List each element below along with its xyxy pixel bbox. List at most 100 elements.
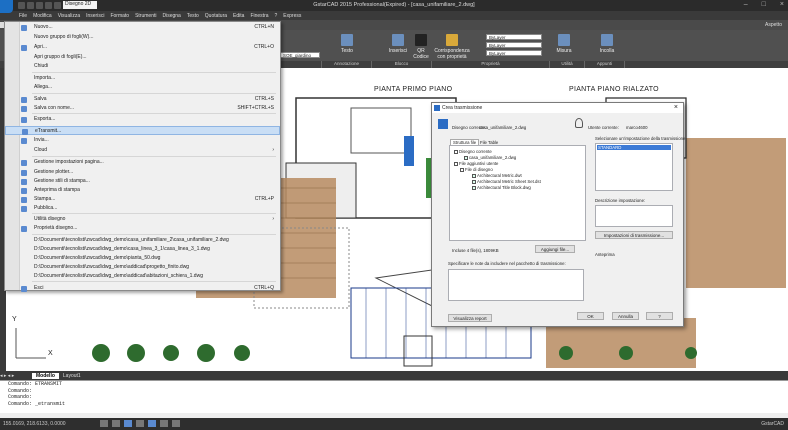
- tree-node[interactable]: Disegno corrente: [454, 149, 492, 154]
- menu-item[interactable]: D:\Documenti\tecnolisti\zwcad\dwg_demo\a…: [5, 263, 280, 272]
- menu-item[interactable]: D:\Documenti\tecnolisti\zwcad\dwg_demo\c…: [5, 245, 280, 254]
- insert-button[interactable]: Inserisci: [386, 34, 410, 54]
- measure-button[interactable]: Misura: [554, 34, 574, 54]
- otrack-icon[interactable]: [160, 420, 168, 427]
- group-annotation[interactable]: Annotazione: [322, 61, 372, 68]
- menu-item[interactable]: Nuovo... CTRL+N: [5, 23, 280, 32]
- lineweight-combo[interactable]: ByLayer: [486, 50, 542, 56]
- menu-item-label: Salva: [34, 96, 47, 102]
- menu-4[interactable]: Formato: [107, 13, 132, 19]
- tab-nav-arrows[interactable]: ◂ ▸ ◂ ▸: [0, 373, 28, 379]
- menu-11[interactable]: ?: [272, 13, 281, 19]
- menu-5[interactable]: Strumenti: [132, 13, 159, 19]
- menu-item[interactable]: Salva CTRL+S: [5, 95, 280, 104]
- menu-item[interactable]: D:\Documenti\tecnolisti\zwcad\dwg_demo\a…: [5, 272, 280, 281]
- menu-item[interactable]: D:\Documenti\tecnolisti\zwcad\dwg_demo\c…: [5, 236, 280, 245]
- menu-item[interactable]: Salva con nome... SHIFT+CTRL+S: [5, 104, 280, 113]
- group-clipboard[interactable]: Appunti: [585, 61, 625, 68]
- maximize-icon[interactable]: □: [762, 1, 766, 8]
- polar-icon[interactable]: [136, 420, 144, 427]
- tree-node[interactable]: casa_unifamiliare_2.dwg: [464, 155, 516, 160]
- menu-item[interactable]: Importa...: [5, 74, 280, 83]
- menu-9[interactable]: Edita: [230, 13, 247, 19]
- close-icon[interactable]: ×: [674, 103, 678, 113]
- cancel-button[interactable]: Annulla: [612, 312, 639, 320]
- group-block[interactable]: Blocco: [372, 61, 432, 68]
- command-line: Comando: _etransmit: [8, 400, 66, 407]
- menu-item-label: Invia...: [34, 137, 49, 143]
- ortho-icon[interactable]: [124, 420, 132, 427]
- menu-3[interactable]: Inserisci: [83, 13, 107, 19]
- minimize-icon[interactable]: –: [744, 1, 748, 8]
- notes-label: Specificare le note da includere nel pac…: [448, 261, 566, 266]
- qr-code-button[interactable]: QR Codice: [410, 34, 432, 60]
- setup-description-box: [595, 205, 673, 227]
- menu-separator: [32, 281, 276, 282]
- menu-item[interactable]: Utilità disegno ›: [5, 215, 280, 224]
- menu-2[interactable]: Visualizza: [55, 13, 83, 19]
- menu-item-icon: [21, 197, 27, 203]
- tab-layout1[interactable]: Layout1: [63, 373, 81, 379]
- menu-bar: File Modifica Visualizza Inserisci Formato St…: [0, 11, 788, 20]
- menu-item[interactable]: Anteprima di stampa: [5, 186, 280, 195]
- view-report-button[interactable]: Visualizza report: [448, 314, 492, 322]
- setups-list[interactable]: STANDARD: [595, 143, 673, 191]
- menu-item[interactable]: D:\Documenti\tecnolisti\zwcad\dwg_demo\p…: [5, 254, 280, 263]
- menu-item[interactable]: Stampa... CTRL+P: [5, 195, 280, 204]
- tab-model[interactable]: Modello: [32, 372, 59, 379]
- menu-item[interactable]: Cloud ›: [5, 146, 280, 155]
- color-combo[interactable]: ByLayer: [486, 34, 542, 40]
- notes-textarea[interactable]: [448, 269, 584, 301]
- text-button[interactable]: Testo: [336, 34, 358, 54]
- osnap-icon[interactable]: [148, 420, 156, 427]
- menu-item[interactable]: Esci CTRL+Q: [5, 284, 280, 293]
- menu-12[interactable]: Express: [280, 13, 304, 19]
- close-icon[interactable]: ×: [780, 1, 784, 8]
- menu-6[interactable]: Disegna: [159, 13, 183, 19]
- menu-1[interactable]: Modifica: [30, 13, 55, 19]
- tree-node[interactable]: Architectural Metric.dwt: [472, 173, 522, 178]
- menu-item[interactable]: Esporta...: [5, 115, 280, 124]
- tree-node[interactable]: File di disegno: [460, 167, 493, 172]
- add-file-button[interactable]: Aggiungi file...: [535, 245, 575, 253]
- group-utilities[interactable]: Utilità: [550, 61, 585, 68]
- menu-item[interactable]: Gestione impostazioni pagina...: [5, 158, 280, 167]
- transmittal-setups-button[interactable]: Impostazioni di trasmissione...: [595, 231, 673, 239]
- tree-node[interactable]: File aggiuntivi utente: [454, 161, 498, 166]
- setup-item-standard[interactable]: STANDARD: [597, 145, 671, 150]
- layer-combo[interactable]: SOE_giardino: [280, 52, 320, 58]
- paste-button[interactable]: Incolla: [596, 34, 618, 54]
- menu-8[interactable]: Quotatura: [202, 13, 230, 19]
- group-properties[interactable]: Proprietà: [432, 61, 550, 68]
- file-tree[interactable]: Disegno corrente casa_unifamiliare_2.dwg…: [449, 145, 586, 241]
- menu-0[interactable]: File: [16, 13, 30, 19]
- menu-item-label: Importa...: [34, 75, 56, 81]
- menu-item[interactable]: Apri... CTRL+O: [5, 43, 280, 52]
- match-properties-button[interactable]: Corrispondenza con proprietà: [432, 34, 472, 60]
- menu-item-label: Utilità disegno: [34, 216, 66, 222]
- linetype-combo[interactable]: ByLayer: [486, 42, 542, 48]
- tree-node[interactable]: Architectural Metric Sheet Set.dst: [472, 179, 541, 184]
- menu-7[interactable]: Testo: [184, 13, 202, 19]
- menu-item[interactable]: Pubblica...: [5, 204, 280, 213]
- snap-icon[interactable]: [112, 420, 120, 427]
- menu-item[interactable]: Chiudi: [5, 62, 280, 71]
- layout-tabs: ◂ ▸ ◂ ▸ Modello Layout1: [0, 371, 788, 380]
- lineweight-icon[interactable]: [172, 420, 180, 427]
- menu-item[interactable]: Allega...: [5, 83, 280, 92]
- help-button[interactable]: ?: [646, 312, 673, 320]
- menu-item[interactable]: Invia...: [5, 136, 280, 145]
- menu-10[interactable]: Finestra: [247, 13, 271, 19]
- tree-node[interactable]: Architectural Title Block.dwg: [472, 185, 531, 190]
- workspace-appearance[interactable]: Aspetto: [759, 22, 788, 28]
- menu-item[interactable]: Apri gruppo di fogli(E)...: [5, 53, 280, 62]
- grid-icon[interactable]: [100, 420, 108, 427]
- menu-item[interactable]: eTransmit...: [5, 126, 280, 135]
- menu-item[interactable]: Proprietà disegno...: [5, 224, 280, 233]
- application-button[interactable]: [0, 0, 13, 13]
- ok-button[interactable]: OK: [577, 312, 604, 320]
- menu-item[interactable]: Gestione stili di stampa...: [5, 177, 280, 186]
- menu-item[interactable]: Gestione plotter...: [5, 168, 280, 177]
- menu-item[interactable]: Nuovo gruppo di fogli(W)...: [5, 33, 280, 42]
- menu-separator: [32, 93, 276, 94]
